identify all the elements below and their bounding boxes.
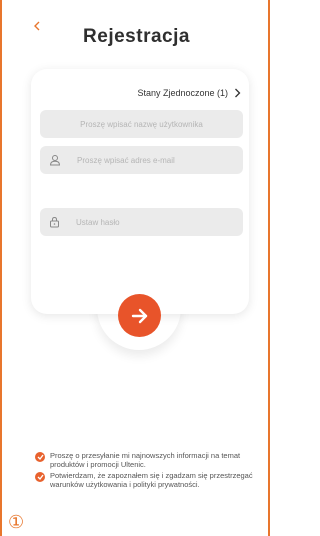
consent-terms-text: Potwierdzam, że zapoznałem się i zgadzam…: [50, 471, 253, 489]
password-field[interactable]: Ustaw hasło: [40, 208, 243, 236]
step-badge: ①: [8, 512, 25, 533]
username-field[interactable]: Proszę wpisać nazwę użytkownika: [40, 110, 243, 138]
email-placeholder: Proszę wpisać adres e-mail: [77, 155, 175, 165]
consent-marketing[interactable]: Proszę o przesyłanie mi najnowszych info…: [35, 451, 253, 469]
country-selector[interactable]: Stany Zjednoczone (1): [137, 88, 241, 98]
page-title: Rejestracja: [83, 26, 190, 47]
password-placeholder: Ustaw hasło: [76, 217, 120, 227]
consent-terms[interactable]: Potwierdzam, że zapoznałem się i zgadzam…: [35, 471, 253, 489]
user-icon: [49, 155, 61, 166]
country-label: Stany Zjednoczone (1): [137, 88, 228, 98]
submit-button[interactable]: [118, 294, 161, 337]
lock-icon: [50, 216, 59, 228]
arrow-right-icon: [131, 308, 147, 323]
consent-marketing-text: Proszę o przesyłanie mi najnowszych info…: [50, 451, 241, 469]
email-field[interactable]: Proszę wpisać adres e-mail: [40, 146, 243, 174]
chevron-right-icon: [235, 88, 241, 98]
checkbox-checked-icon[interactable]: [35, 472, 45, 482]
checkbox-checked-icon[interactable]: [35, 452, 45, 462]
username-placeholder: Proszę wpisać nazwę użytkownika: [80, 119, 203, 129]
